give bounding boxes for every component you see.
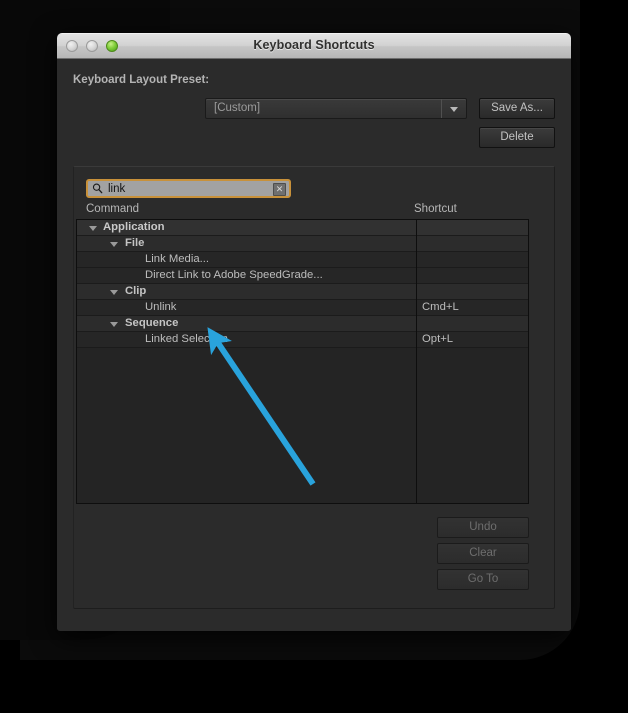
table-row[interactable]: Clip <box>77 284 528 300</box>
shortcut-label: Cmd+L <box>422 301 459 313</box>
command-label: Unlink <box>145 301 177 313</box>
command-label: File <box>125 237 145 249</box>
search-input[interactable] <box>108 181 258 196</box>
delete-button[interactable]: Delete <box>479 127 555 148</box>
column-header-shortcut: Shortcut <box>414 203 457 215</box>
clear-button[interactable]: Clear <box>437 543 529 564</box>
preset-label: Keyboard Layout Preset: <box>73 74 210 86</box>
shortcuts-groupbox: ✕ Command Shortcut Application FileLink M… <box>73 166 555 609</box>
undo-button[interactable]: Undo <box>437 517 529 538</box>
shortcuts-tree-table[interactable]: Application File Link Media... Direct Link … <box>76 219 529 504</box>
table-row[interactable]: Link Media... <box>77 252 528 268</box>
keyboard-layout-preset-dropdown[interactable]: [Custom] <box>205 98 467 119</box>
save-as-button[interactable]: Save As... <box>479 98 555 119</box>
table-row[interactable]: File <box>77 236 528 252</box>
command-label: Clip <box>125 285 147 297</box>
column-header-command: Command <box>86 203 140 215</box>
command-label: Sequence <box>125 317 179 329</box>
clear-search-icon[interactable]: ✕ <box>273 183 286 196</box>
table-row[interactable]: Application <box>77 220 528 236</box>
window-body: Keyboard Layout Preset: [Custom] Save As… <box>57 59 571 630</box>
search-field[interactable]: ✕ <box>86 179 291 198</box>
table-row[interactable]: Unlink Cmd+L <box>77 300 528 316</box>
command-label: Direct Link to Adobe SpeedGrade... <box>145 269 323 281</box>
chevron-down-icon <box>441 99 466 118</box>
column-divider <box>416 220 417 503</box>
preset-row: Keyboard Layout Preset: [Custom] Save As… <box>57 59 571 148</box>
window-title: Keyboard Shortcuts <box>253 38 375 52</box>
command-label: Application <box>103 221 165 233</box>
go-to-button[interactable]: Go To <box>437 569 529 590</box>
command-label: Link Media... <box>145 253 210 265</box>
chevron-down-icon[interactable] <box>110 290 118 295</box>
tree-empty-area <box>77 348 528 503</box>
command-label: Linked Selection <box>145 333 228 345</box>
window-titlebar[interactable]: Keyboard Shortcuts <box>57 33 571 59</box>
chevron-down-icon[interactable] <box>89 226 97 231</box>
keyboard-shortcuts-window: Keyboard Shortcuts Keyboard Layout Prese… <box>57 33 571 631</box>
chevron-down-icon[interactable] <box>110 322 118 327</box>
chevron-down-icon[interactable] <box>110 242 118 247</box>
table-row[interactable]: Direct Link to Adobe SpeedGrade... <box>77 268 528 284</box>
table-row[interactable]: Linked Selection Opt+L <box>77 332 528 348</box>
table-row[interactable]: Sequence <box>77 316 528 332</box>
shortcut-label: Opt+L <box>422 333 454 345</box>
search-icon <box>92 183 103 194</box>
tree-rows-container: Application File Link Media... Direct Link … <box>77 220 528 348</box>
preset-selected-value: [Custom] <box>214 102 261 114</box>
